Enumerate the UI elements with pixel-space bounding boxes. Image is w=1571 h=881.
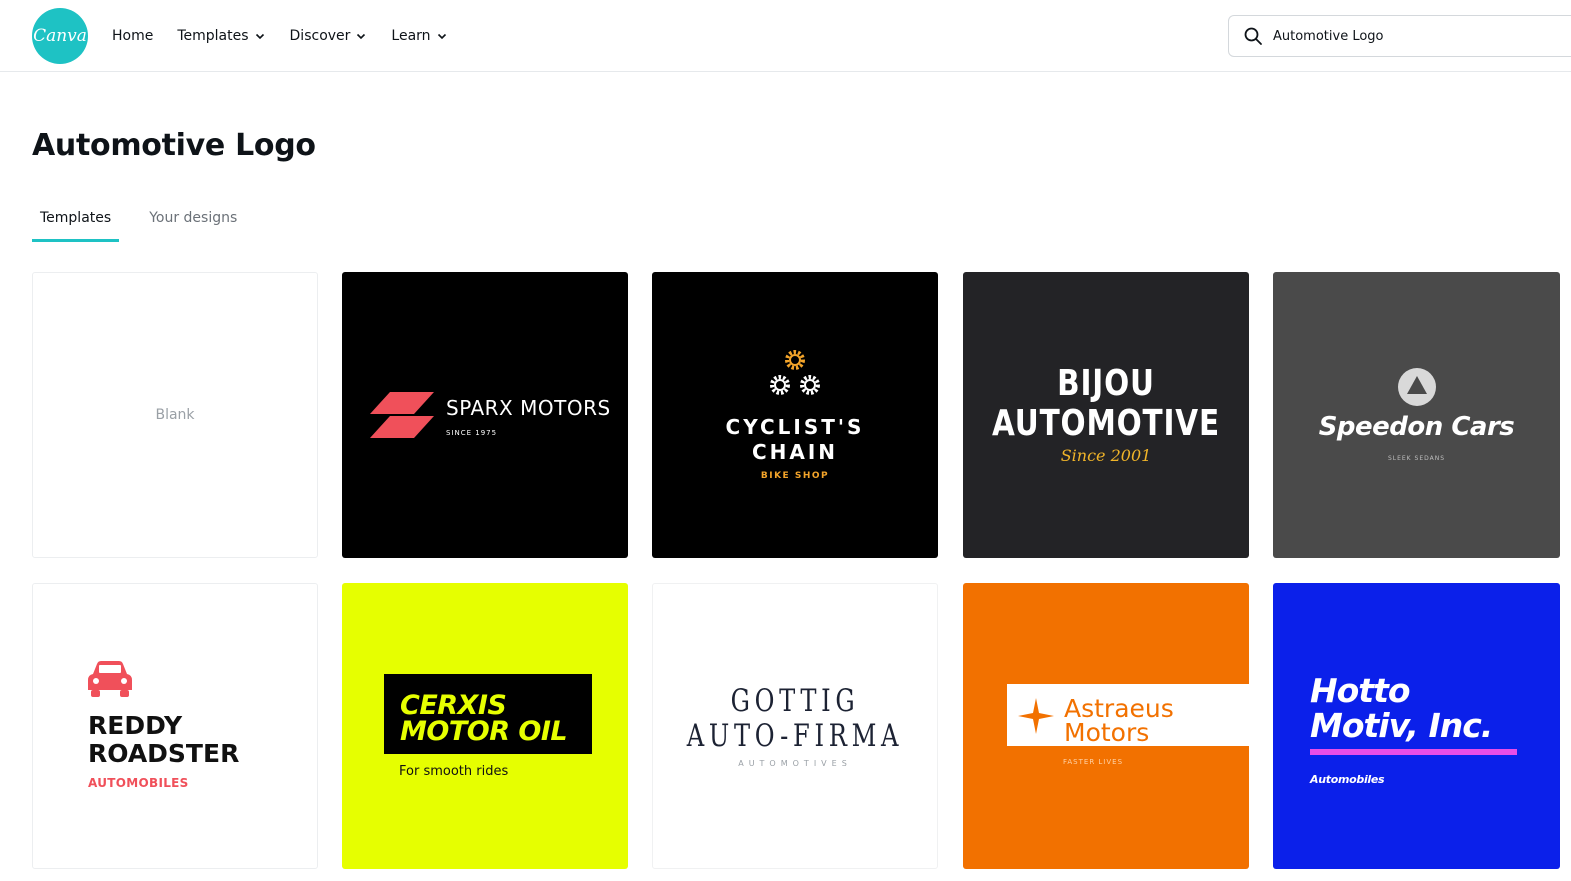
tab-your-designs[interactable]: Your designs	[141, 204, 245, 242]
sparx-subtitle: SINCE 1975	[446, 429, 498, 437]
template-card-astraeus-motors[interactable]: Astraeus Motors FASTER LIVES	[963, 583, 1249, 869]
nav-templates-label: Templates	[177, 28, 249, 44]
nav-home[interactable]: Home	[112, 28, 153, 44]
cerxis-title: CERXIS MOTOR OIL	[400, 692, 568, 747]
template-card-blank[interactable]: Blank	[32, 272, 318, 558]
chevron-down-icon	[437, 33, 446, 40]
cyclist-title-line2: CHAIN	[751, 440, 839, 464]
cyclist-title: CYCLIST'S CHAIN	[652, 415, 938, 465]
astraeus-subtitle: FASTER LIVES	[1063, 758, 1124, 766]
speedon-title: Speedon Cars	[1318, 412, 1515, 442]
reddy-subtitle: AUTOMOBILES	[88, 776, 189, 790]
cyclist-subtitle: BIKE SHOP	[760, 471, 830, 481]
cerxis-title-line2: MOTOR OIL	[400, 716, 568, 747]
template-card-bijou-automotive[interactable]: BIJOU AUTOMOTIVE Since 2001	[963, 272, 1249, 558]
star-spark-icon	[1018, 698, 1054, 734]
template-card-reddy-roadster[interactable]: REDDY ROADSTER AUTOMOBILES	[32, 583, 318, 869]
template-card-gottig-auto-firma[interactable]: GOTTIG AUTO-FIRMA AUTOMOTIVES	[652, 583, 938, 869]
gears-icon	[770, 350, 820, 395]
triangle-badge-icon	[1398, 368, 1436, 406]
bijou-title: BIJOU AUTOMOTIVE	[989, 364, 1224, 444]
tab-templates[interactable]: Templates	[32, 204, 120, 242]
template-card-speedon-cars[interactable]: Speedon Cars SLEEK SEDANS	[1273, 272, 1560, 558]
gottig-title: GOTTIG AUTO-FIRMA	[684, 684, 906, 754]
hotto-accent-bar	[1310, 749, 1517, 755]
nav-discover-label: Discover	[289, 28, 351, 44]
bijou-subtitle: Since 2001	[1060, 446, 1152, 465]
canva-logo[interactable]: Canva	[32, 8, 88, 64]
sparx-bolt-icon	[370, 392, 434, 438]
astraeus-title-line2: Motors	[1064, 718, 1150, 747]
gottig-subtitle: AUTOMOTIVES	[738, 759, 852, 768]
gottig-title-line2: AUTO-FIRMA	[686, 718, 904, 754]
search-icon	[1244, 27, 1262, 45]
template-card-sparx-motors[interactable]: SPARX MOTORS SINCE 1975	[342, 272, 628, 558]
nav-learn[interactable]: Learn	[391, 28, 447, 44]
hotto-title-line1: Hotto	[1310, 671, 1411, 710]
car-icon	[88, 661, 132, 697]
main-nav: Home Templates Discover Learn	[112, 24, 448, 48]
template-card-hotto-motiv[interactable]: Hotto Motiv, Inc. Automobiles	[1273, 583, 1560, 869]
search-box[interactable]	[1228, 15, 1571, 57]
chevron-down-icon	[255, 33, 264, 40]
nav-templates[interactable]: Templates	[177, 28, 265, 44]
top-header: Canva Home Templates Discover Learn	[0, 0, 1571, 72]
hotto-title: Hotto Motiv, Inc.	[1310, 671, 1493, 745]
bijou-title-line2: AUTOMOTIVE	[992, 403, 1220, 444]
bijou-title-line1: BIJOU	[1057, 363, 1155, 404]
page-title: Automotive Logo	[32, 128, 316, 163]
blank-label: Blank	[155, 407, 195, 423]
sparx-title: SPARX MOTORS	[446, 396, 611, 420]
hotto-title-line2: Motiv, Inc.	[1310, 706, 1493, 745]
reddy-title: REDDY ROADSTER	[88, 712, 239, 768]
cerxis-subtitle: For smooth rides	[399, 764, 509, 779]
nav-learn-label: Learn	[391, 28, 431, 44]
tabs: Templates Your designs	[32, 204, 267, 242]
search-input[interactable]	[1273, 28, 1553, 44]
nav-home-label: Home	[112, 28, 154, 44]
template-card-cyclists-chain[interactable]: CYCLIST'S CHAIN BIKE SHOP	[652, 272, 938, 558]
gottig-title-line1: GOTTIG	[730, 683, 860, 719]
reddy-title-line2: ROADSTER	[88, 739, 240, 768]
template-card-cerxis-motor-oil[interactable]: CERXIS MOTOR OIL For smooth rides	[342, 583, 628, 869]
speedon-subtitle: SLEEK SEDANS	[1387, 455, 1446, 462]
reddy-title-line1: REDDY	[88, 711, 183, 740]
astraeus-title: Astraeus Motors	[1064, 696, 1174, 747]
hotto-subtitle: Automobiles	[1310, 773, 1385, 786]
cyclist-title-line1: CYCLIST'S	[725, 415, 865, 439]
chevron-down-icon	[357, 33, 366, 40]
nav-discover[interactable]: Discover	[290, 28, 368, 44]
